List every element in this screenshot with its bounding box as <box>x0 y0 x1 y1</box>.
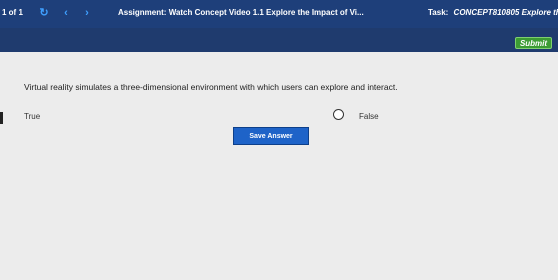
option-true-label[interactable]: True <box>24 112 40 121</box>
radio-true-edge[interactable] <box>0 112 3 124</box>
action-bar <box>0 28 558 52</box>
question-text: Virtual reality simulates a three-dimens… <box>24 82 398 92</box>
task-title: Task: CONCEPT810805 Explore the I <box>428 8 558 17</box>
page-counter: 1 of 1 <box>2 8 23 17</box>
radio-false[interactable] <box>333 109 344 120</box>
assignment-label: Assignment: <box>118 8 167 17</box>
submit-button[interactable]: Submit <box>515 37 552 49</box>
option-false-label[interactable]: False <box>359 112 379 121</box>
refresh-icon[interactable]: ↻ <box>38 7 50 19</box>
chevron-left-icon[interactable]: ‹ <box>60 7 72 19</box>
chevron-right-icon[interactable]: › <box>81 7 93 19</box>
save-answer-button[interactable]: Save Answer <box>233 127 309 145</box>
assignment-title: Assignment: Watch Concept Video 1.1 Expl… <box>118 8 364 17</box>
task-value: CONCEPT810805 Explore the I <box>453 8 558 17</box>
top-navigation-bar: 1 of 1 ↻ ‹ › Assignment: Watch Concept V… <box>0 0 558 28</box>
task-label: Task: <box>428 8 449 17</box>
assignment-value: Watch Concept Video 1.1 Explore the Impa… <box>168 8 364 17</box>
